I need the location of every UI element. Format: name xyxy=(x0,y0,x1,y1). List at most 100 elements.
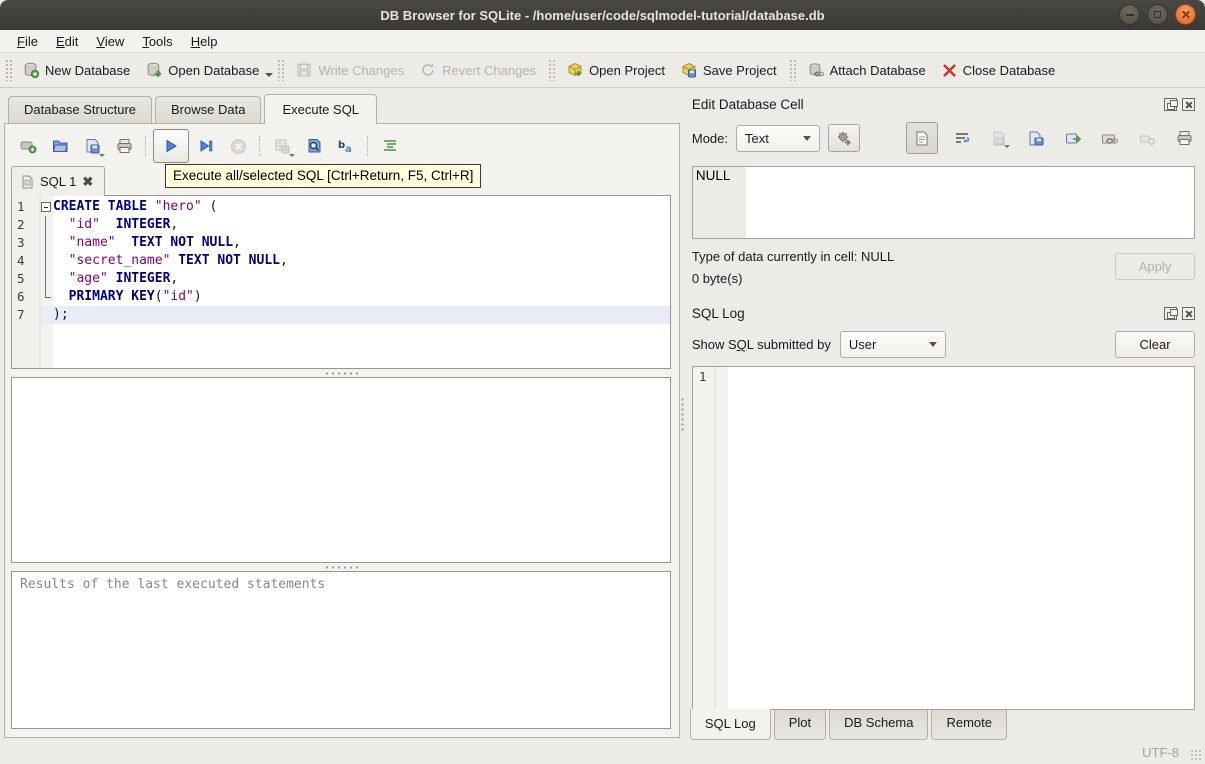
line-number: 3 xyxy=(17,235,25,250)
open-database-button[interactable]: Open Database xyxy=(138,58,267,82)
menu-tools[interactable]: Tools xyxy=(133,32,181,51)
apply-button[interactable]: Apply xyxy=(1115,253,1195,280)
dropdown-caret-icon xyxy=(99,154,105,157)
save-sql-file-button[interactable] xyxy=(77,132,107,160)
results-message-pane[interactable]: Results of the last executed statements xyxy=(11,571,672,729)
code-text: "secret_name" TEXT NOT NULL, xyxy=(68,253,288,268)
stop-icon xyxy=(230,138,246,154)
stop-button[interactable] xyxy=(223,132,253,160)
cell-value-editor[interactable]: NULL xyxy=(691,166,1195,239)
save-results-button[interactable] xyxy=(267,132,297,160)
close-button[interactable] xyxy=(1175,4,1196,25)
cell-type-info: Type of data currently in cell: NULL xyxy=(691,249,895,264)
execute-line-button[interactable] xyxy=(191,132,221,160)
close-icon xyxy=(1181,10,1190,19)
line-number: 5 xyxy=(17,271,25,286)
print-cell-button[interactable] xyxy=(1171,125,1197,151)
word-wrap-button[interactable] xyxy=(949,125,975,151)
tab-browse-data[interactable]: Browse Data xyxy=(155,96,262,123)
sql-editor[interactable]: 1 CREATE TABLE "hero" (2 "id" INTEGER, 3 "… xyxy=(11,195,672,369)
new-sql-tab-icon xyxy=(20,141,36,154)
sql-editor-lines: 1 CREATE TABLE "hero" (2 "id" INTEGER, 3 "… xyxy=(12,198,671,324)
write-changes-button[interactable]: Write Changes xyxy=(288,58,412,82)
toolbar-grip[interactable] xyxy=(5,59,12,81)
tab-sql-log[interactable]: SQL Log xyxy=(689,709,771,740)
splitter-handle[interactable] xyxy=(11,369,671,377)
attach-database-button[interactable]: Attach Database xyxy=(800,58,934,82)
open-project-button[interactable]: Open Project xyxy=(559,58,673,82)
dropdown-caret-icon xyxy=(289,154,295,157)
find-button[interactable] xyxy=(299,132,329,160)
auto-mode-icon xyxy=(837,131,851,146)
import-icon xyxy=(993,131,1005,145)
maximize-button[interactable] xyxy=(1147,4,1168,25)
editor-line[interactable]: 6 PRIMARY KEY("id") xyxy=(12,288,670,306)
clear-log-button[interactable]: Clear xyxy=(1115,331,1195,358)
sql-log-editor[interactable]: 1 xyxy=(691,366,1195,710)
sql-document-tab[interactable]: SQL 1 ✖ xyxy=(11,166,106,196)
sql-toolbar: b a xyxy=(11,128,671,164)
fold-margin xyxy=(39,270,53,288)
database-attach-icon xyxy=(809,63,824,77)
tab-db-schema[interactable]: DB Schema xyxy=(829,710,929,740)
autocomplete-button[interactable]: b a xyxy=(331,132,361,160)
editor-line[interactable]: 5 "age" INTEGER, xyxy=(12,270,670,288)
chevron-down-icon xyxy=(928,342,937,347)
open-sql-file-button[interactable] xyxy=(45,132,75,160)
export-cell-button[interactable] xyxy=(1023,125,1049,151)
open-in-app-button[interactable] xyxy=(1060,125,1086,151)
toolbar-separator xyxy=(259,136,261,156)
revert-changes-button[interactable]: Revert Changes xyxy=(412,58,544,82)
close-dock-icon[interactable] xyxy=(1182,306,1195,320)
fold-marker-icon[interactable] xyxy=(39,198,53,216)
editor-line[interactable]: 4 "secret_name" TEXT NOT NULL, xyxy=(12,252,670,270)
close-database-button[interactable]: Close Database xyxy=(934,59,1064,82)
resize-grip-icon[interactable] xyxy=(1190,749,1202,761)
float-dock-icon[interactable] xyxy=(1164,306,1178,320)
text-mode-button[interactable] xyxy=(906,122,938,154)
code-text: "age" INTEGER, xyxy=(68,271,179,286)
fold-margin xyxy=(39,216,53,234)
encoding-indicator[interactable]: UTF-8 xyxy=(1142,745,1179,760)
menu-file[interactable]: File xyxy=(8,32,47,51)
float-dock-icon[interactable] xyxy=(1164,97,1178,111)
save-sql-file-icon xyxy=(86,139,99,154)
new-database-button[interactable]: New Database xyxy=(15,58,138,82)
menu-help[interactable]: Help xyxy=(182,32,227,51)
menu-edit[interactable]: Edit xyxy=(47,32,87,51)
close-dock-icon[interactable] xyxy=(1182,97,1195,111)
save-project-button[interactable]: Save Project xyxy=(673,58,785,82)
write-changes-icon xyxy=(297,63,311,77)
auto-mode-button[interactable] xyxy=(828,124,860,152)
set-null-button[interactable] xyxy=(1134,125,1160,151)
print-sql-button[interactable] xyxy=(109,132,139,160)
new-sql-tab-button[interactable] xyxy=(13,132,43,160)
editor-line[interactable]: 7); xyxy=(12,306,671,324)
splitter-dots-icon xyxy=(324,371,359,375)
editor-line[interactable]: 1 CREATE TABLE "hero" ( xyxy=(12,198,670,216)
database-open-icon xyxy=(147,62,162,78)
log-source-select[interactable]: User xyxy=(839,331,946,358)
results-grid[interactable] xyxy=(11,377,672,563)
splitter-handle[interactable] xyxy=(11,563,671,571)
svg-text:a: a xyxy=(345,144,352,154)
tab-database-structure[interactable]: Database Structure xyxy=(8,96,153,123)
open-database-dropdown-caret-icon[interactable] xyxy=(265,73,274,77)
results-placeholder: Results of the last executed statements xyxy=(20,577,326,592)
editor-line[interactable]: 2 "id" INTEGER, xyxy=(12,216,670,234)
minimize-button[interactable] xyxy=(1119,4,1140,25)
tab-remote[interactable]: Remote xyxy=(931,710,1008,740)
mode-label: Mode: xyxy=(691,130,728,146)
format-sql-button[interactable] xyxy=(375,132,405,160)
editor-line[interactable]: 3 "name" TEXT NOT NULL, xyxy=(12,234,670,252)
text-document-icon xyxy=(916,131,928,145)
menu-view[interactable]: View xyxy=(87,32,133,51)
window-title: DB Browser for SQLite - /home/user/code/… xyxy=(380,7,825,23)
copy-link-button[interactable] xyxy=(1097,125,1123,151)
tab-plot[interactable]: Plot xyxy=(773,710,827,740)
execute-all-button[interactable] xyxy=(153,129,189,163)
mode-select[interactable]: Text xyxy=(736,124,820,152)
sql-tab-close-icon[interactable]: ✖ xyxy=(82,175,93,188)
tab-execute-sql[interactable]: Execute SQL xyxy=(264,94,378,124)
import-cell-button[interactable] xyxy=(986,125,1012,151)
